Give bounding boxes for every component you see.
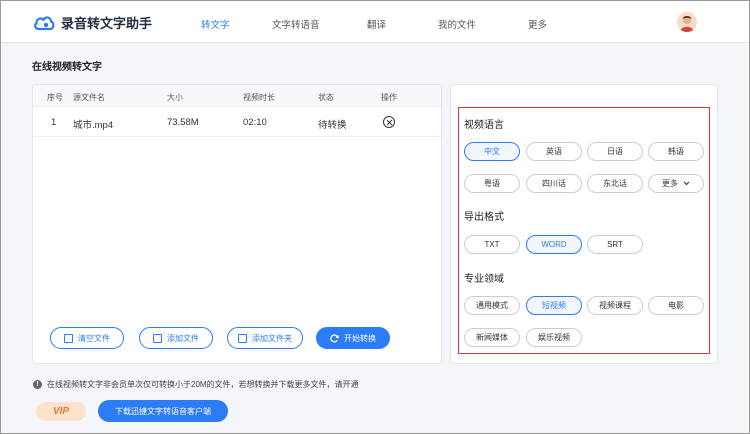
nav-item-my-files[interactable]: 我的文件 (438, 17, 476, 31)
domain-option-course[interactable]: 视频课程 (587, 296, 643, 315)
main-nav: 转文字 文字转语音 翻译 我的文件 更多 (1, 1, 749, 43)
format-option-word[interactable]: WORD (526, 235, 582, 254)
download-client-button[interactable]: 下载迅捷文字转语音客户端 (98, 400, 228, 422)
lang-more-dropdown[interactable]: 更多 (648, 174, 704, 193)
lang-option-sichuan[interactable]: 四川话 (526, 174, 582, 193)
nav-item-translate[interactable]: 翻译 (367, 17, 386, 31)
refresh-icon (330, 333, 339, 342)
domain-option-entertainment[interactable]: 娱乐视频 (526, 328, 582, 347)
trash-icon (64, 333, 73, 343)
language-title: 视频语言 (464, 120, 504, 131)
delete-file-icon[interactable] (383, 116, 395, 128)
domain-option-movie[interactable]: 电影 (648, 296, 704, 315)
clear-files-label: 清空文件 (78, 333, 110, 343)
row-duration: 02:10 (243, 117, 267, 128)
folder-icon (238, 333, 247, 343)
format-title: 导出格式 (464, 212, 504, 223)
col-status: 状态 (318, 93, 334, 102)
row-filename: 城市.mp4 (73, 120, 114, 131)
col-size: 大小 (167, 93, 183, 102)
add-file-icon (153, 333, 162, 343)
page-title: 在线视频转文字 (32, 62, 102, 73)
clear-files-button[interactable]: 清空文件 (50, 327, 124, 349)
notice-text: 在线视频转文字非会员单次仅可转换小于20M的文件，若想转换并下载更多文件，请开通 (47, 380, 359, 389)
domain-title: 专业领域 (464, 274, 504, 285)
info-icon: ! (33, 380, 42, 389)
start-convert-label: 开始转换 (344, 333, 376, 343)
col-actions: 操作 (381, 93, 397, 102)
format-option-srt[interactable]: SRT (587, 235, 643, 254)
member-notice: ! 在线视频转文字非会员单次仅可转换小于20M的文件，若想转换并下载更多文件，请… (33, 379, 359, 390)
add-folder-button[interactable]: 添加文件夹 (227, 327, 303, 349)
domain-option-news[interactable]: 新闻媒体 (464, 328, 520, 347)
col-index: 序号 (47, 93, 63, 102)
lang-option-chinese[interactable]: 中文 (464, 142, 520, 161)
format-option-txt[interactable]: TXT (464, 235, 520, 254)
user-avatar[interactable] (677, 12, 697, 32)
avatar-icon (677, 12, 697, 32)
lang-more-label: 更多 (662, 179, 678, 188)
lang-option-korean[interactable]: 韩语 (648, 142, 704, 161)
nav-item-to-text[interactable]: 转文字 (201, 17, 230, 31)
lang-option-japanese[interactable]: 日语 (587, 142, 643, 161)
domain-option-general[interactable]: 通用模式 (464, 296, 520, 315)
row-size: 73.58M (167, 117, 199, 128)
lang-option-english[interactable]: 英语 (526, 142, 582, 161)
add-file-label: 添加文件 (167, 333, 199, 343)
file-actions: 清空文件 添加文件 添加文件夹 开始转换 (50, 327, 430, 349)
row-status: 待转换 (318, 120, 347, 131)
table-row: 1 城市.mp4 73.58M 02:10 待转换 (33, 107, 441, 137)
chevron-down-icon (683, 181, 690, 186)
col-duration: 视频时长 (243, 93, 275, 102)
table-header: 序号 源文件名 大小 视频时长 状态 操作 (33, 85, 441, 107)
lang-option-cantonese[interactable]: 粤语 (464, 174, 520, 193)
add-folder-label: 添加文件夹 (252, 333, 292, 343)
file-list-panel: 序号 源文件名 大小 视频时长 状态 操作 1 城市.mp4 73.58M 02… (32, 84, 442, 364)
domain-option-short-video[interactable]: 短视频 (526, 296, 582, 315)
vip-button[interactable]: VIP (36, 402, 86, 421)
top-bar: 录音转文字助手 转文字 文字转语音 翻译 我的文件 更多 (1, 1, 749, 43)
col-filename: 源文件名 (73, 93, 105, 102)
row-index: 1 (51, 117, 57, 128)
nav-item-more[interactable]: 更多 (528, 17, 547, 31)
lang-option-dongbei[interactable]: 东北话 (587, 174, 643, 193)
start-convert-button[interactable]: 开始转换 (316, 327, 390, 349)
add-file-button[interactable]: 添加文件 (139, 327, 213, 349)
nav-item-text-to-speech[interactable]: 文字转语音 (272, 17, 320, 31)
